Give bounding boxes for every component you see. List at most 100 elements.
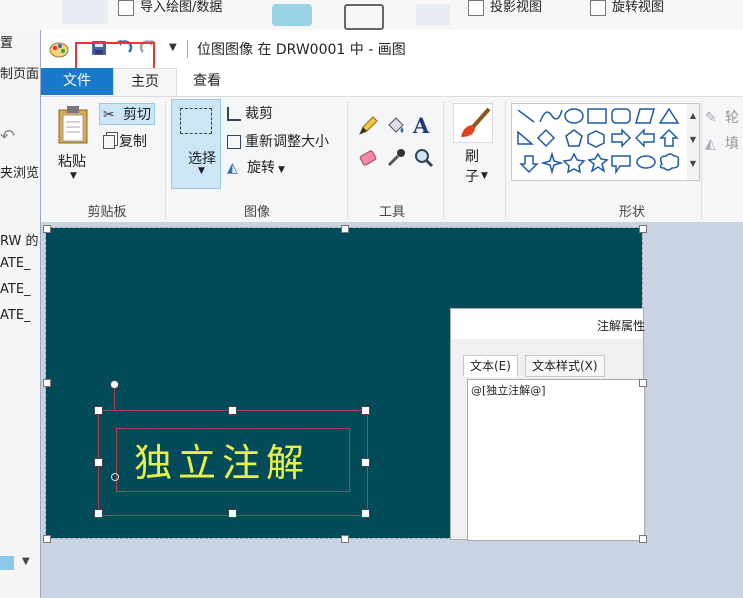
- eraser-toolbar-icon[interactable]: [272, 4, 312, 26]
- background-toolbar-icon[interactable]: [62, 0, 108, 24]
- canvas-resize-handle[interactable]: [639, 225, 647, 233]
- copy-icon: [103, 135, 115, 149]
- select-icon: [180, 108, 212, 134]
- shapes-gallery[interactable]: [511, 103, 689, 181]
- canvas-resize-handle[interactable]: [43, 225, 51, 233]
- shapes-icons: [517, 107, 680, 175]
- canvas-resize-handle[interactable]: [43, 535, 51, 543]
- group-separator: [443, 101, 444, 219]
- left-panel-text: 夹浏览: [0, 166, 40, 181]
- dialog-title-bar: 注解属性: [451, 309, 646, 339]
- anchor-point: [111, 473, 119, 481]
- rotate-view-button[interactable]: 旋转视图: [590, 0, 664, 16]
- outline-icon: ✎: [705, 110, 717, 126]
- shapes-group-label: 形状: [618, 205, 645, 220]
- brush-icon[interactable]: [453, 103, 493, 143]
- selection-handle[interactable]: [94, 458, 103, 467]
- text-tool-icon[interactable]: A: [413, 113, 429, 138]
- import-icon: [118, 0, 134, 16]
- left-panel-text: ATE_: [0, 256, 31, 271]
- cut-button[interactable]: ✂ 剪切: [99, 103, 155, 125]
- canvas-resize-handle[interactable]: [341, 225, 349, 233]
- rotate-icon: ◭: [227, 160, 238, 176]
- tab-file[interactable]: 文件: [41, 68, 113, 95]
- projection-view-button[interactable]: 投影视图: [468, 0, 542, 16]
- group-separator: [701, 101, 702, 219]
- annotation-selection: 独立注解: [94, 380, 370, 518]
- eraser-icon[interactable]: [0, 556, 14, 570]
- selection-handle[interactable]: [94, 406, 103, 415]
- resize-icon: [227, 135, 241, 149]
- tools-group-label: 工具: [378, 205, 405, 220]
- left-panel-text: ATE_: [0, 282, 31, 297]
- rotation-handle[interactable]: [110, 380, 119, 389]
- paste-dropdown-icon[interactable]: ▼: [70, 171, 77, 181]
- dialog-text-area: @[独立注解@]: [467, 379, 645, 541]
- dialog-tab-text-style: 文本样式(X): [525, 355, 605, 377]
- fill-icon: ◭: [705, 136, 716, 152]
- paste-icon[interactable]: [57, 105, 91, 145]
- image-group-label: 图像: [243, 205, 270, 220]
- dialog-tab-text: 文本(E): [463, 355, 518, 377]
- brush-button[interactable]: 刷子: [465, 147, 479, 187]
- selection-handle[interactable]: [94, 509, 103, 518]
- window-title: 位图图像 在 DRW0001 中 - 画图: [197, 42, 406, 58]
- tab-home[interactable]: 主页: [113, 68, 177, 96]
- ribbon: 粘贴 ▼ ✂ 剪切 复制 剪贴板 选择 ▼ 裁剪 重新调整大小 ◭ 旋转 ▼ 图像: [41, 96, 743, 223]
- magnifier-icon[interactable]: [413, 147, 435, 169]
- paint-app-icon: [49, 42, 69, 58]
- eraser-icon[interactable]: [357, 147, 379, 169]
- left-panel-text: RW 的: [0, 234, 39, 249]
- select-dropdown-icon: ▼: [198, 166, 205, 176]
- crop-button[interactable]: 裁剪: [227, 103, 273, 123]
- paint-window: ▼ 位图图像 在 DRW0001 中 - 画图 文件 主页 查看 粘贴 ▼ ✂ 剪…: [40, 30, 743, 598]
- dialog-title: 注解属性: [597, 319, 646, 333]
- selection-handle[interactable]: [361, 509, 370, 518]
- annotation-text: 独立注解: [134, 441, 311, 485]
- group-separator: [165, 101, 166, 219]
- image-canvas[interactable]: 独立注解 注解属性 文本(E) 文本样式(X) @[独立注解@]: [45, 227, 646, 541]
- color-picker-icon[interactable]: [385, 147, 407, 169]
- copy-button[interactable]: 复制: [103, 131, 147, 151]
- background-left-panel: 置 制页面 ↶ 夹浏览 RW 的 ATE_ ATE_ ATE_ ▼: [0, 30, 40, 598]
- crop-icon: [227, 107, 241, 121]
- import-drawing-button[interactable]: 导入绘图/数据: [118, 0, 222, 16]
- canvas-resize-handle[interactable]: [43, 379, 51, 387]
- annotation-properties-dialog: 注解属性 文本(E) 文本样式(X) @[独立注解@]: [450, 308, 646, 541]
- left-panel-text: ATE_: [0, 308, 31, 323]
- box-toolbar-icon[interactable]: [344, 4, 384, 30]
- quick-access-dropdown-icon[interactable]: ▼: [169, 42, 177, 53]
- selection-handle[interactable]: [228, 509, 237, 518]
- rotate-button[interactable]: ◭ 旋转 ▼: [227, 157, 285, 177]
- selection-handle[interactable]: [361, 406, 370, 415]
- projection-icon: [468, 0, 484, 16]
- selection-handle[interactable]: [228, 406, 237, 415]
- background-toolbar: 导入绘图/数据 投影视图 旋转视图: [0, 0, 743, 31]
- selection-handle[interactable]: [361, 458, 370, 467]
- rotate-dropdown-icon: ▼: [278, 165, 285, 175]
- rotate-view-icon: [590, 0, 606, 16]
- paste-button[interactable]: 粘贴: [58, 151, 86, 171]
- undo-icon[interactable]: ↶: [0, 126, 15, 147]
- canvas-resize-handle[interactable]: [639, 535, 647, 543]
- left-panel-text: 制页面: [0, 67, 40, 82]
- select-button[interactable]: 选择 ▼: [171, 99, 221, 189]
- tab-view[interactable]: 查看: [175, 68, 239, 95]
- clipboard-group-label: 剪贴板: [87, 205, 127, 220]
- shapes-scrollbar[interactable]: ▲ ▼ ▼: [687, 103, 700, 181]
- left-panel-text: 置: [0, 36, 14, 51]
- ribbon-tabs: 文件 主页 查看: [41, 68, 743, 96]
- outline-button[interactable]: ✎ 轮: [705, 107, 739, 127]
- pencil-icon[interactable]: [357, 115, 379, 137]
- resize-button[interactable]: 重新调整大小: [227, 131, 329, 151]
- fill-button[interactable]: ◭ 填: [705, 133, 739, 153]
- view-toolbar-icon[interactable]: [416, 4, 450, 26]
- dropdown-arrow-icon[interactable]: ▼: [22, 556, 30, 567]
- title-separator: [187, 40, 188, 58]
- canvas-workspace: 独立注解 注解属性 文本(E) 文本样式(X) @[独立注解@]: [41, 222, 743, 598]
- fill-bucket-icon[interactable]: [385, 115, 407, 137]
- canvas-resize-handle[interactable]: [639, 379, 647, 387]
- canvas-resize-handle[interactable]: [341, 535, 349, 543]
- scissors-icon: ✂: [103, 107, 115, 123]
- brush-dropdown-icon[interactable]: ▼: [481, 171, 488, 181]
